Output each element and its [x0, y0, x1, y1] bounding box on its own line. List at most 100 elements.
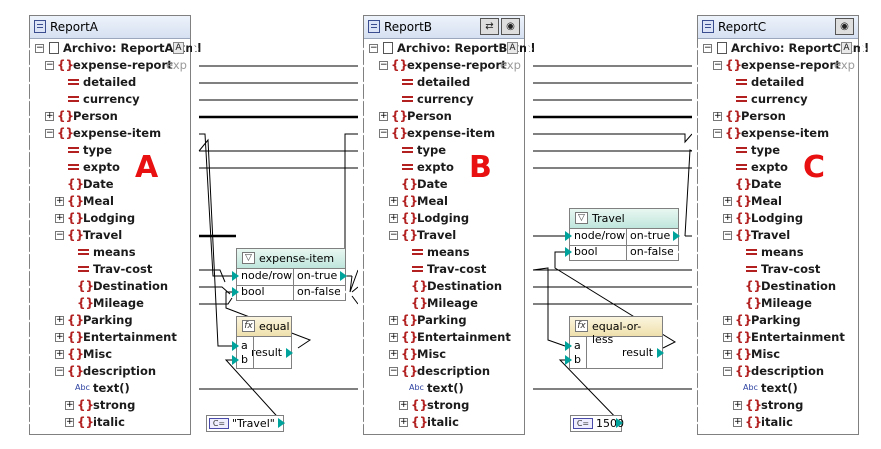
tree-item-description[interactable]: −{} description	[367, 363, 521, 380]
tree-item-description[interactable]: −{} description	[701, 363, 855, 380]
expand-toggle[interactable]: +	[399, 418, 408, 427]
input-port[interactable]	[23, 162, 31, 174]
function-title-bar[interactable]: fx equal	[237, 317, 291, 337]
function-title-bar[interactable]: fx equal-or-less	[570, 317, 662, 346]
input-port[interactable]	[23, 230, 31, 242]
collapse-toggle[interactable]: −	[379, 129, 388, 138]
collapse-toggle[interactable]: −	[389, 367, 398, 376]
output-port[interactable]	[859, 281, 867, 293]
const-1-component[interactable]: C= "Travel"	[206, 415, 284, 432]
input-port[interactable]	[357, 162, 365, 174]
input-port[interactable]	[691, 179, 699, 191]
output-port[interactable]	[859, 179, 867, 191]
expand-toggle[interactable]: +	[713, 112, 722, 121]
filter-title-bar[interactable]: ▽ expense-item	[237, 249, 345, 269]
input-port[interactable]	[691, 264, 699, 276]
tree-item-text[interactable]: Abc text()	[701, 380, 855, 397]
file-row[interactable]: − Archivo: ReportA.xml A	[33, 40, 201, 57]
tree-item-strong[interactable]: +{} strong	[701, 397, 855, 414]
expand-toggle[interactable]: +	[723, 316, 732, 325]
input-port[interactable]	[357, 43, 365, 55]
output-port[interactable]	[191, 60, 199, 72]
input-port[interactable]	[691, 196, 699, 208]
output-port[interactable]	[525, 162, 533, 174]
input-port[interactable]	[23, 383, 31, 395]
input-port[interactable]	[691, 230, 699, 242]
expand-toggle[interactable]: +	[389, 316, 398, 325]
tree-item-misc[interactable]: +{} Misc	[33, 346, 187, 363]
expand-toggle[interactable]: +	[65, 401, 74, 410]
filter-1-component[interactable]: ▽ expense-item node/row bool on-true on-false	[236, 248, 346, 301]
expand-toggle[interactable]: +	[723, 214, 732, 223]
tree-item-person[interactable]: +{} Person	[701, 108, 855, 125]
input-port[interactable]	[23, 247, 31, 259]
input-port[interactable]	[357, 383, 365, 395]
input-port[interactable]	[23, 298, 31, 310]
input-port[interactable]	[23, 366, 31, 378]
output-port[interactable]	[859, 94, 867, 106]
input-port[interactable]	[691, 213, 699, 225]
input-port[interactable]	[691, 162, 699, 174]
input-port[interactable]	[691, 60, 699, 72]
output-port[interactable]	[191, 213, 199, 225]
input-port[interactable]	[691, 315, 699, 327]
tree-item-lodging[interactable]: +{} Lodging	[367, 210, 521, 227]
tree-item-parking[interactable]: +{} Parking	[33, 312, 187, 329]
tree-item-trav-cost[interactable]: Trav-cost	[701, 261, 855, 278]
filter-input-port[interactable]	[232, 287, 239, 297]
input-port[interactable]	[357, 332, 365, 344]
output-port[interactable]	[191, 366, 199, 378]
output-port[interactable]	[525, 383, 533, 395]
eye-button[interactable]: ◉	[501, 18, 520, 35]
tree-item-expto[interactable]: expto	[367, 159, 521, 176]
input-port[interactable]	[357, 213, 365, 225]
output-port[interactable]	[859, 417, 867, 429]
collapse-toggle[interactable]: −	[45, 61, 54, 70]
function-input-port[interactable]	[232, 355, 239, 365]
output-port[interactable]	[191, 196, 199, 208]
filter-output-port[interactable]	[340, 271, 347, 281]
output-port[interactable]	[859, 298, 867, 310]
output-port[interactable]	[191, 264, 199, 276]
tree-item-lodging[interactable]: +{} Lodging	[701, 210, 855, 227]
constant-output-port[interactable]	[278, 418, 285, 428]
tree-item-means[interactable]: means	[367, 244, 521, 261]
const-2-component[interactable]: C= 1500	[570, 415, 624, 432]
tree-item-expto[interactable]: expto	[701, 159, 855, 176]
tree-item-italic[interactable]: +{} italic	[701, 414, 855, 431]
input-port[interactable]	[23, 315, 31, 327]
expand-toggle[interactable]: +	[55, 197, 64, 206]
collapse-toggle[interactable]: −	[713, 61, 722, 70]
output-port[interactable]	[859, 400, 867, 412]
tree-item-entertainment[interactable]: +{} Entertainment	[367, 329, 521, 346]
tree-item-date[interactable]: {} Date	[367, 176, 521, 193]
tree-item-currency[interactable]: currency	[33, 91, 187, 108]
collapse-toggle[interactable]: −	[703, 44, 712, 53]
output-port[interactable]	[859, 315, 867, 327]
tree-root[interactable]: −{}expense-reportexpen	[33, 57, 187, 74]
input-port[interactable]	[691, 349, 699, 361]
tree-item-expto[interactable]: expto	[33, 159, 187, 176]
output-port[interactable]	[191, 179, 199, 191]
input-port[interactable]	[691, 94, 699, 106]
input-port[interactable]	[691, 332, 699, 344]
input-port[interactable]	[23, 417, 31, 429]
output-port[interactable]	[525, 281, 533, 293]
tree-item-person[interactable]: +{} Person	[367, 108, 521, 125]
component-title-bar[interactable]: ReportC ◉	[698, 16, 858, 39]
input-port[interactable]	[691, 77, 699, 89]
tree-item-meal[interactable]: +{} Meal	[701, 193, 855, 210]
input-port[interactable]	[23, 128, 31, 140]
output-port[interactable]	[525, 213, 533, 225]
output-port[interactable]	[859, 162, 867, 174]
constant-value[interactable]: "Travel"	[232, 417, 275, 430]
output-port[interactable]	[525, 179, 533, 191]
function-input-port[interactable]	[565, 341, 572, 351]
tree-item-entertainment[interactable]: +{} Entertainment	[33, 329, 187, 346]
output-port[interactable]	[191, 162, 199, 174]
tree-item-misc[interactable]: +{} Misc	[367, 346, 521, 363]
file-row[interactable]: − Archivo: ReportC.xml A	[701, 40, 869, 57]
input-port[interactable]	[357, 315, 365, 327]
input-port[interactable]	[23, 213, 31, 225]
tree-item-destination[interactable]: {} Destination	[367, 278, 521, 295]
